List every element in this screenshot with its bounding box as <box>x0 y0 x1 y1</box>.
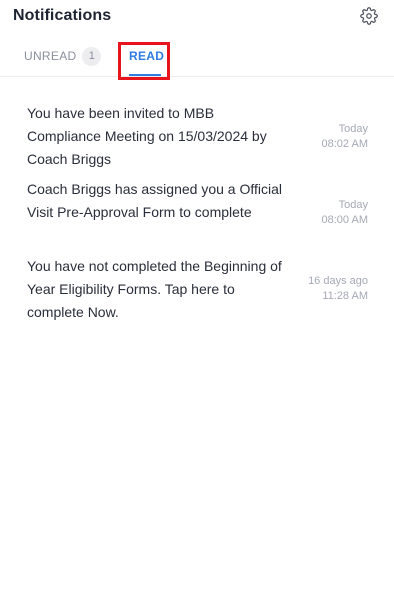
notification-timestamp: 16 days ago 11:28 AM <box>278 274 368 304</box>
header: Notifications <box>0 0 394 36</box>
tab-unread[interactable]: UNREAD 1 <box>24 36 102 76</box>
notification-item[interactable]: You have been invited to MBB Compliance … <box>0 100 394 178</box>
notification-message: Coach Briggs has assigned you a Official… <box>27 181 282 220</box>
notification-list: You have been invited to MBB Compliance … <box>0 100 394 335</box>
unread-count-badge: 1 <box>82 46 102 66</box>
notification-item[interactable]: You have not completed the Beginning of … <box>0 255 394 335</box>
notification-message: You have been invited to MBB Compliance … <box>27 105 267 167</box>
notification-day: Today <box>338 199 368 211</box>
notification-day: 16 days ago <box>308 275 368 287</box>
notification-time: 11:28 AM <box>322 290 368 302</box>
notification-item[interactable]: Coach Briggs has assigned you a Official… <box>0 178 394 255</box>
highlight-box <box>118 42 170 80</box>
notification-message: You have not completed the Beginning of … <box>27 258 282 320</box>
notification-time: 08:00 AM <box>321 214 368 226</box>
notification-timestamp: Today 08:00 AM <box>278 198 368 228</box>
notifications-panel: Notifications UNREAD 1 READ You have bee… <box>0 0 394 591</box>
tab-unread-label: UNREAD <box>24 49 77 63</box>
page-title: Notifications <box>13 7 112 24</box>
notification-day: Today <box>338 123 368 135</box>
notification-time: 08:02 AM <box>321 138 368 150</box>
gear-icon[interactable] <box>360 7 378 25</box>
notification-timestamp: Today 08:02 AM <box>278 122 368 152</box>
tab-bar: UNREAD 1 READ <box>0 36 394 77</box>
